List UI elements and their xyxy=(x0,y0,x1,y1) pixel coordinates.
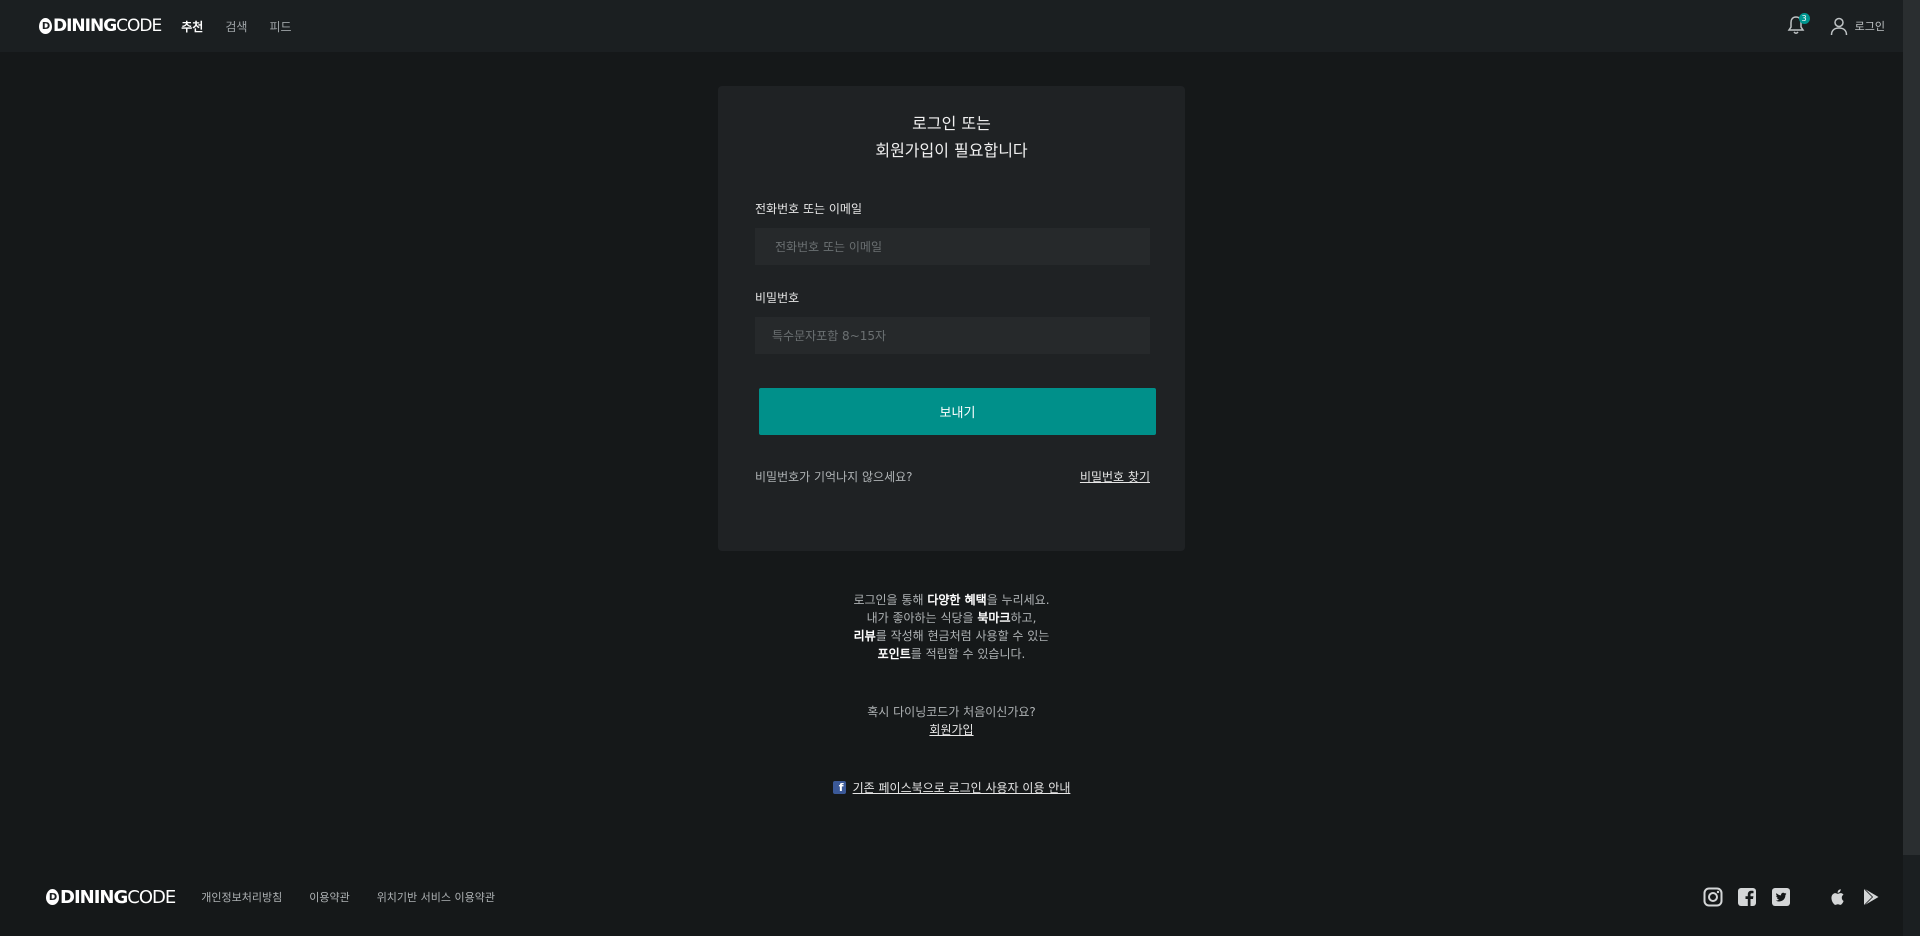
header-login-label: 로그인 xyxy=(1854,20,1885,33)
facebook-square-icon: f xyxy=(832,781,846,794)
footer-logo[interactable]: D DINING CODE xyxy=(46,885,176,909)
signup-link[interactable]: 회원가입 xyxy=(929,723,973,737)
benefits-line4: 포인트를 적립할 수 있습니다. xyxy=(0,645,1903,663)
logo-word-code: CODE xyxy=(116,16,162,36)
benefits-line2: 내가 좋아하는 식당을 북마크하고, xyxy=(0,609,1903,627)
notification-button[interactable]: 3 xyxy=(1787,13,1810,37)
card-title-line1: 로그인 또는 xyxy=(912,114,991,133)
header-actions: 3 로그인 xyxy=(1787,0,1885,52)
signup-question: 혹시 다이닝코드가 처음이신가요? xyxy=(867,705,1036,719)
login-card: 로그인 또는 회원가입이 필요합니다 전화번호 또는 이메일 비밀번호 보내기 … xyxy=(718,86,1185,551)
nav-search[interactable]: 검색 xyxy=(225,18,247,35)
facebook-notice-link[interactable]: 기존 페이스북으로 로그인 사용자 이용 안내 xyxy=(853,779,1071,796)
password-field-label: 비밀번호 xyxy=(755,291,800,305)
twitter-icon[interactable] xyxy=(1770,886,1792,908)
id-input[interactable] xyxy=(755,228,1150,265)
footer-logo-pin-icon: D xyxy=(46,889,59,905)
user-icon xyxy=(1830,17,1847,36)
benefits-line2-bold: 북마크 xyxy=(977,611,1011,625)
facebook-icon[interactable] xyxy=(1736,886,1758,908)
find-password-link[interactable]: 비밀번호 찾기 xyxy=(1080,468,1150,485)
benefits-line1: 로그인을 통해 다양한 혜택을 누리세요. xyxy=(0,591,1903,609)
instagram-icon[interactable] xyxy=(1702,886,1724,908)
logo-word-dining: DINING xyxy=(53,16,117,36)
footer-social-icons xyxy=(1690,872,1882,922)
footer: D DINING CODE 개인정보처리방침 이용약관 위치기반 서비스 이용약… xyxy=(0,872,1903,922)
benefits-line2-post: 하고, xyxy=(1010,611,1037,625)
footer-link-terms[interactable]: 이용약관 xyxy=(309,889,349,905)
main-nav: 추천 검색 피드 xyxy=(181,18,291,35)
nav-recommend[interactable]: 추천 xyxy=(181,18,203,35)
footer-logo-word-dining: DINING xyxy=(60,886,128,908)
top-header: D DINING CODE 추천 검색 피드 3 로그인 xyxy=(0,0,1903,52)
page-scrollbar[interactable] xyxy=(1903,0,1920,936)
notification-badge: 3 xyxy=(1798,13,1810,24)
benefits-line4-post: 를 적립할 수 있습니다. xyxy=(910,647,1026,661)
forgot-password-text: 비밀번호가 기억나지 않으세요? xyxy=(755,470,913,484)
login-card-title: 로그인 또는 회원가입이 필요합니다 xyxy=(718,110,1185,164)
benefits-line4-bold: 포인트 xyxy=(877,647,911,661)
benefits-line1-bold: 다양한 혜택 xyxy=(927,593,987,607)
card-title-line2: 회원가입이 필요합니다 xyxy=(875,141,1028,160)
benefits-line1-post: 을 누리세요. xyxy=(986,593,1050,607)
benefits-line3-bold: 리뷰 xyxy=(853,629,876,643)
diningcode-logo[interactable]: D DINING CODE xyxy=(39,14,162,38)
google-play-icon[interactable] xyxy=(1860,886,1882,908)
footer-links: 개인정보처리방침 이용약관 위치기반 서비스 이용약관 xyxy=(201,889,495,905)
benefits-line3-post: 를 작성해 현금처럼 사용할 수 있는 xyxy=(875,629,1050,643)
benefits-line2-pre: 내가 좋아하는 식당을 xyxy=(866,611,978,625)
footer-link-privacy[interactable]: 개인정보처리방침 xyxy=(201,889,282,905)
id-field-label: 전화번호 또는 이메일 xyxy=(755,202,862,216)
logo-pin-icon: D xyxy=(39,18,52,34)
benefits-line1-pre: 로그인을 통해 xyxy=(853,593,928,607)
scrollbar-thumb[interactable] xyxy=(1903,0,1920,855)
header-login-button[interactable]: 로그인 xyxy=(1829,16,1885,36)
benefits-line3: 리뷰를 작성해 현금처럼 사용할 수 있는 xyxy=(0,627,1903,645)
password-input[interactable] xyxy=(755,317,1150,354)
login-benefits: 로그인을 통해 다양한 혜택을 누리세요. 내가 좋아하는 식당을 북마크하고,… xyxy=(0,591,1903,663)
facebook-login-notice: f 기존 페이스북으로 로그인 사용자 이용 안내 xyxy=(0,779,1903,796)
footer-logo-word-code: CODE xyxy=(127,886,176,908)
footer-link-location-terms[interactable]: 위치기반 서비스 이용약관 xyxy=(377,889,495,905)
submit-button[interactable]: 보내기 xyxy=(759,388,1156,435)
apple-icon[interactable] xyxy=(1826,886,1848,908)
signup-block: 혹시 다이닝코드가 처음이신가요? 회원가입 xyxy=(0,703,1903,739)
nav-feed[interactable]: 피드 xyxy=(269,18,291,35)
